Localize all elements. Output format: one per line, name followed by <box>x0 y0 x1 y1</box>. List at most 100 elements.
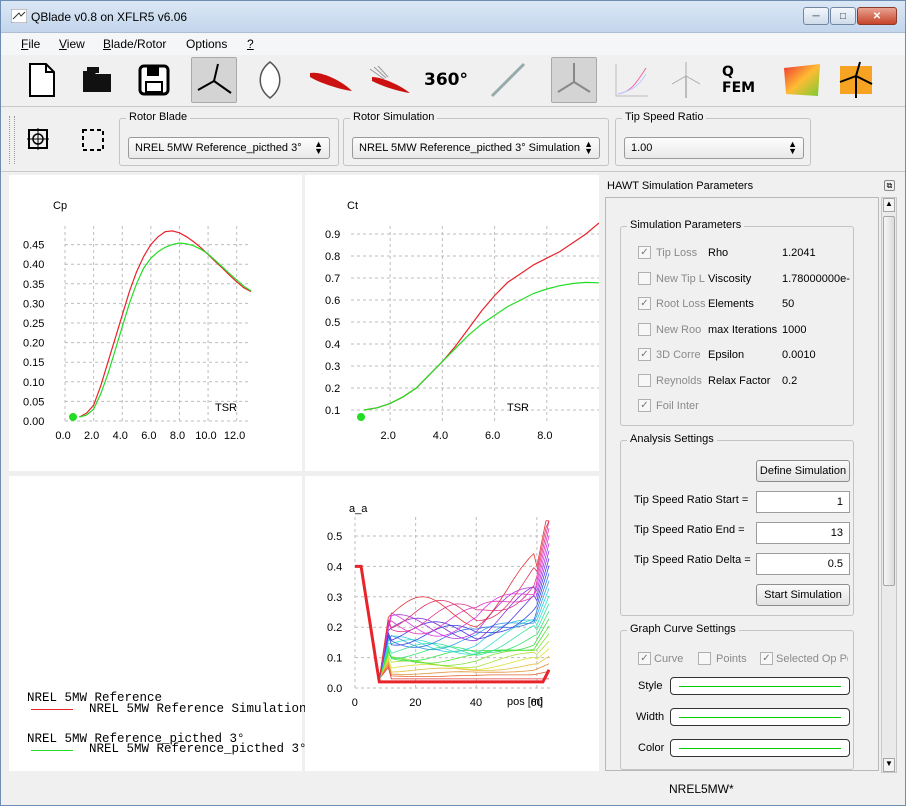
tsr-start-field[interactable]: 1 <box>756 491 850 513</box>
windfield-icon <box>784 64 820 96</box>
param-name: max Iterations <box>708 323 778 336</box>
aa-xlabel: pos [m] <box>507 696 543 708</box>
y-tick-label: 0.9 <box>325 229 340 241</box>
menu-file[interactable]: File <box>21 37 40 51</box>
checkbox-6[interactable]: ✓ <box>638 399 651 412</box>
rotor-view-button[interactable] <box>191 57 237 103</box>
save-button[interactable] <box>131 57 177 103</box>
tsr-end-field[interactable]: 13 <box>756 522 850 544</box>
scrollbar-thumb[interactable] <box>883 216 895 586</box>
close-button[interactable]: ✕ <box>857 7 897 25</box>
param-value: 1.78000000e- <box>782 272 850 285</box>
qfem-button[interactable]: Q FEM <box>721 57 767 103</box>
blade-design-button[interactable] <box>247 57 293 103</box>
cp-graph[interactable]: Cp 0.45 0.40 0.35 0.30 0.25 0.20 0.15 0.10 0.05 0… <box>9 175 302 471</box>
checkbox-4[interactable]: ✓ <box>638 348 651 361</box>
checkbox-3[interactable] <box>638 322 651 336</box>
turbine-windfield-icon <box>839 61 873 98</box>
hawt-sim-params-panel: HAWT Simulation Parameters ⧉ Simulation … <box>601 175 899 773</box>
float-dock-icon[interactable]: ⧉ <box>884 180 895 191</box>
rotor-grey-icon <box>557 63 591 93</box>
width-button[interactable] <box>670 708 850 726</box>
rotor-blade-combo[interactable]: NREL 5MW Reference_picthed 3° ▲ ▼ <box>128 137 330 159</box>
airfoil-button[interactable] <box>307 57 353 103</box>
x-tick-label: 8.0 <box>537 430 552 442</box>
checkbox-5[interactable] <box>638 373 651 387</box>
style-label: Style <box>638 680 663 692</box>
define-simulation-button[interactable]: Define Simulation <box>756 460 850 482</box>
rotor-blade-group: Rotor Blade NREL 5MW Reference_picthed 3… <box>119 111 339 166</box>
y-tick-label: 0.7 <box>325 273 340 285</box>
turbine-grey-icon <box>671 62 701 98</box>
maximize-button[interactable]: □ <box>830 7 856 25</box>
checkbox-0[interactable]: ✓ <box>638 246 651 259</box>
y-tick-label: 0.05 <box>23 396 44 408</box>
x-tick-label: 6.0 <box>485 430 500 442</box>
new-project-button[interactable] <box>19 57 65 103</box>
series-line-red <box>363 222 599 411</box>
turbine-windfield-button[interactable] <box>833 57 879 103</box>
y-tick-label: 0.3 <box>327 592 342 604</box>
tsr-delta-field[interactable]: 0.5 <box>756 553 850 575</box>
x-tick-label: 20 <box>409 697 421 709</box>
panel-title: HAWT Simulation Parameters <box>607 180 754 192</box>
menu-view[interactable]: View <box>59 37 85 51</box>
panel-scrollbar[interactable]: ▲ ▼ <box>881 197 897 773</box>
y-tick-label: 0.2 <box>325 383 340 395</box>
blade-line-button[interactable] <box>485 57 531 103</box>
rotor-icon <box>197 63 232 94</box>
style-button[interactable] <box>670 677 850 695</box>
axial-induction-graph[interactable]: a_a 0.50.40.30.20.10.00 20 40 60 pos [m] <box>305 476 599 771</box>
x-tick-label: 4.0 <box>433 430 448 442</box>
series-line-green <box>79 242 252 418</box>
series-line-red <box>79 230 252 418</box>
menu-help[interactable]: ? <box>247 37 254 51</box>
y-tick-label: 0.30 <box>23 298 44 310</box>
tip-speed-ratio-combo[interactable]: 1.00 ▲ ▼ <box>624 137 804 159</box>
zoom-window-button[interactable] <box>81 128 105 155</box>
y-tick-label: 0.35 <box>23 279 44 291</box>
y-tick-label: 0.1 <box>325 405 340 417</box>
checkbox-2[interactable]: ✓ <box>638 297 651 310</box>
menu-options[interactable]: Options <box>186 37 227 51</box>
ct-graph[interactable]: Ct 0.9 0.8 0.7 0.6 0.5 0.4 0.3 0.2 0.1 2.0 4.0 6.0 8… <box>305 175 599 471</box>
scroll-up-arrow-icon[interactable]: ▲ <box>883 198 895 212</box>
rotor-sim-button[interactable] <box>551 57 597 103</box>
ct-title: Ct <box>347 200 358 212</box>
fit-view-button[interactable] <box>27 128 49 153</box>
spin-arrows-icon: ▲ ▼ <box>584 139 593 156</box>
multi-sim-button[interactable] <box>609 57 655 103</box>
menu-blade-rotor[interactable]: Blade/Rotor <box>103 37 166 51</box>
360-polar-button[interactable]: 360° <box>423 57 469 103</box>
minimize-button[interactable]: ─ <box>803 7 829 25</box>
y-tick-label: 0.6 <box>325 295 340 307</box>
rotor-simulation-combo[interactable]: NREL 5MW Reference_picthed 3° Simulation… <box>352 137 600 159</box>
checkbox-1[interactable] <box>638 271 651 285</box>
start-simulation-button[interactable]: Start Simulation <box>756 584 850 606</box>
cp-title: Cp <box>53 200 67 212</box>
blade-line-icon <box>490 62 526 98</box>
points-checkbox[interactable] <box>698 652 711 665</box>
folder-icon <box>83 67 111 92</box>
selected-op-point-checkbox[interactable]: ✓ <box>760 652 773 665</box>
curve-checkbox[interactable]: ✓ <box>638 652 651 665</box>
scroll-down-arrow-icon[interactable]: ▼ <box>883 758 895 772</box>
turbine-sim-button[interactable] <box>663 57 709 103</box>
width-label: Width <box>636 711 665 723</box>
polar-button[interactable] <box>365 57 411 103</box>
color-button[interactable] <box>670 739 850 757</box>
qblade-app-icon <box>11 9 27 23</box>
windfield-button[interactable] <box>779 57 825 103</box>
new-file-icon <box>29 63 55 97</box>
param-value: 1000 <box>782 323 807 336</box>
toolbar-grip[interactable] <box>9 116 15 164</box>
param-value: 1.2041 <box>782 247 816 259</box>
ct-operating-point <box>357 413 365 421</box>
tsr-delta-label: Tip Speed Ratio Delta = <box>634 554 751 566</box>
open-button[interactable] <box>75 57 121 103</box>
blade-outline-icon <box>259 61 281 99</box>
x-tick-label: 10.0 <box>195 430 216 442</box>
cp-xlabel: TSR <box>215 402 237 414</box>
x-tick-label: 0 <box>352 697 358 709</box>
x-tick-label: 8.0 <box>170 430 185 442</box>
